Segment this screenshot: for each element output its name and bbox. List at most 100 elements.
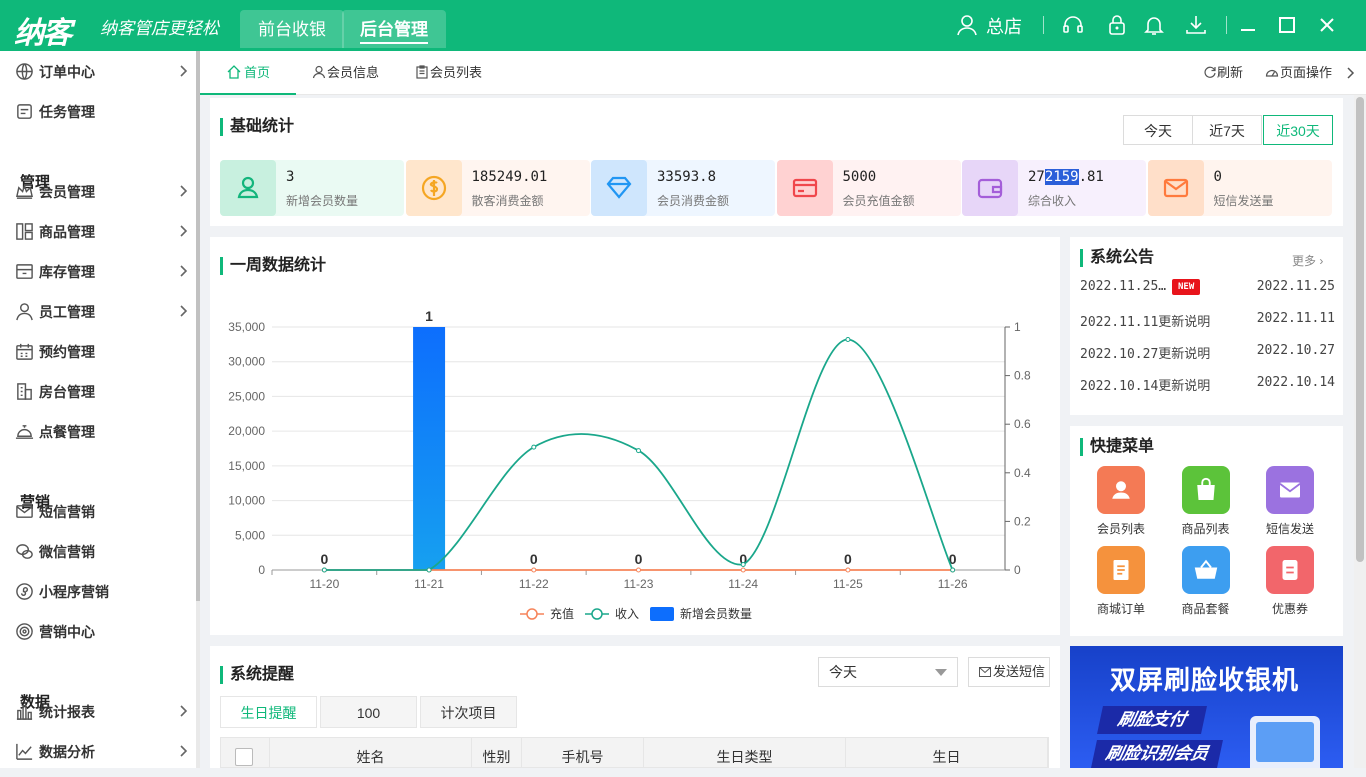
chevron-right-icon[interactable] — [1345, 67, 1355, 79]
stat-card-1[interactable]: 185249.01 散客消费金额 — [405, 160, 590, 216]
download-icon[interactable] — [1184, 13, 1208, 37]
stat-value: 272159.81 — [1028, 169, 1104, 185]
quick-item-0[interactable]: 会员列表 — [1086, 466, 1156, 537]
minimize-icon[interactable] — [1236, 13, 1260, 37]
legend-marker — [591, 608, 603, 620]
device-image — [1250, 716, 1320, 768]
main-scrollbar[interactable] — [1354, 95, 1366, 768]
col-phone[interactable]: 手机号 — [522, 737, 644, 768]
stat-card-0[interactable]: 3 新增会员数量 — [220, 160, 404, 216]
x-tick: 11-25 — [833, 577, 863, 591]
basic-stats-title: 基础统计 — [220, 118, 294, 136]
sidebar-item-label: 商品管理 — [39, 224, 95, 240]
top-bar: 纳客 纳客管店更轻松 前台收银 后台管理 总店 — [0, 0, 1366, 51]
sidebar-item-12[interactable]: 微信营销 — [0, 531, 196, 571]
announcement-row[interactable]: 2022.10.27更新说明 2022.10.27 — [1080, 343, 1335, 362]
sidebar-scrollbar[interactable] — [196, 51, 200, 768]
bar-new-members — [413, 327, 446, 570]
range-30days[interactable]: 近30天 — [1263, 115, 1333, 145]
sidebar-item-8[interactable]: 房台管理 — [0, 371, 196, 411]
announcement-row[interactable]: 2022.10.14更新说明 2022.10.14 — [1080, 375, 1335, 394]
order-icon — [1113, 560, 1129, 580]
sidebar-item-label: 数据分析 — [39, 744, 95, 760]
col-birthday[interactable]: 生日 — [846, 737, 1048, 768]
diamond-icon-box — [591, 160, 647, 216]
tab-birthday[interactable]: 生日提醒 — [220, 696, 317, 728]
tab-count-items[interactable]: 计次项目 — [420, 696, 517, 728]
bell-icon[interactable] — [1142, 13, 1166, 37]
sidebar-item-17[interactable]: 数据分析 — [0, 731, 196, 771]
sidebar-item-label: 订单中心 — [39, 64, 95, 80]
quick-item-5[interactable]: 优惠券 — [1255, 546, 1325, 617]
quick-item-3[interactable]: 商城订单 — [1086, 546, 1156, 617]
quick-item-label: 商品套餐 — [1181, 602, 1230, 616]
page-tab-member-list[interactable]: 会员列表 — [415, 51, 482, 95]
bar-label: 0 — [635, 551, 643, 567]
order-icon-box — [1097, 546, 1145, 594]
page-tab-member-info[interactable]: 会员信息 — [312, 51, 379, 95]
sidebar-item-0[interactable]: 订单中心 — [0, 51, 196, 91]
page-tab-home[interactable]: 首页 — [200, 51, 296, 95]
sidebar-item-9[interactable]: 点餐管理 — [0, 411, 196, 451]
reminder-title: 系统提醒 — [220, 666, 294, 684]
announcement-row[interactable]: 2022.11.25… NEW 2022.11.25 — [1080, 279, 1335, 297]
close-icon[interactable] — [1315, 13, 1339, 37]
page-ops-label: 页面操作 — [1280, 65, 1333, 80]
chevron-right-icon — [180, 185, 188, 197]
quick-item-2[interactable]: 短信发送 — [1255, 466, 1325, 537]
sidebar-item-label: 库存管理 — [39, 264, 95, 280]
sidebar-item-7[interactable]: 预约管理 — [0, 331, 196, 371]
sidebar-item-label: 任务管理 — [39, 104, 95, 120]
sidebar-item-11[interactable]: 短信营销 — [0, 491, 196, 531]
wallet-icon — [977, 178, 1003, 199]
quick-item-4[interactable]: 商品套餐 — [1171, 546, 1241, 617]
sidebar-item-16[interactable]: 统计报表 — [0, 691, 196, 731]
stat-label: 综合收入 — [1028, 194, 1077, 208]
stat-card-3[interactable]: 5000 会员充值金额 — [776, 160, 961, 216]
col-name[interactable]: 姓名 — [270, 737, 472, 768]
lock-icon[interactable] — [1105, 13, 1129, 37]
maximize-icon[interactable] — [1275, 13, 1299, 37]
ad-banner[interactable]: 双屏刷脸收银机 刷脸支付 刷脸识别会员 — [1070, 646, 1343, 768]
tab-front-cashier[interactable]: 前台收银 — [240, 10, 344, 48]
quick-item-1[interactable]: 商品列表 — [1171, 466, 1241, 537]
sidebar-item-5[interactable]: 库存管理 — [0, 251, 196, 291]
sidebar-item-label: 统计报表 — [39, 704, 95, 720]
stat-card-2[interactable]: 33593.8 会员消费金额 — [591, 160, 775, 216]
sidebar-item-4[interactable]: 商品管理 — [0, 211, 196, 251]
stat-card-4[interactable]: 272159.81 综合收入 — [962, 160, 1146, 216]
coupon-icon-box — [1266, 546, 1314, 594]
y-right-tick: 0.6 — [1014, 417, 1031, 431]
shopping-bag-icon-box — [1181, 466, 1230, 514]
store-name[interactable]: 总店 — [986, 13, 1022, 39]
calendar-icon — [16, 343, 33, 360]
user-icon[interactable] — [955, 13, 979, 37]
refresh-button[interactable]: 刷新 — [1203, 51, 1243, 95]
headset-icon[interactable] — [1061, 13, 1085, 37]
stat-card-5[interactable]: 0 短信发送量 — [1147, 160, 1332, 216]
line-point — [531, 567, 537, 573]
send-sms-button[interactable]: 发送短信 — [968, 657, 1050, 687]
sidebar-item-3[interactable]: 会员管理 — [0, 171, 196, 211]
range-today[interactable]: 今天 — [1123, 115, 1193, 145]
col-birthday-type[interactable]: 生日类型 — [644, 737, 846, 768]
range-7days[interactable]: 近7天 — [1192, 115, 1262, 145]
sms-icon-box — [1266, 466, 1314, 514]
sidebar-item-1[interactable]: 任务管理 — [0, 91, 196, 131]
page-ops-button[interactable]: 页面操作 — [1265, 51, 1332, 95]
sidebar-item-14[interactable]: 营销中心 — [0, 611, 196, 651]
date-select[interactable]: 今天 — [818, 657, 958, 687]
y-right-tick: 0.8 — [1014, 369, 1031, 383]
quick-item-label: 商城订单 — [1096, 602, 1145, 616]
date-select-value: 今天 — [829, 664, 857, 680]
announcement-row[interactable]: 2022.11.11更新说明 2022.11.11 — [1080, 311, 1335, 330]
sidebar-item-6[interactable]: 员工管理 — [0, 291, 196, 331]
tab-100[interactable]: 100 — [320, 696, 417, 728]
sidebar-item-13[interactable]: 小程序营销 — [0, 571, 196, 611]
crown-icon — [16, 183, 33, 199]
dashboard-icon — [1265, 69, 1279, 77]
col-gender[interactable]: 性别 — [472, 737, 522, 768]
more-link[interactable]: 更多 › — [1292, 252, 1323, 269]
y-left-tick: 5,000 — [235, 528, 265, 542]
tab-back-admin[interactable]: 后台管理 — [342, 10, 446, 48]
